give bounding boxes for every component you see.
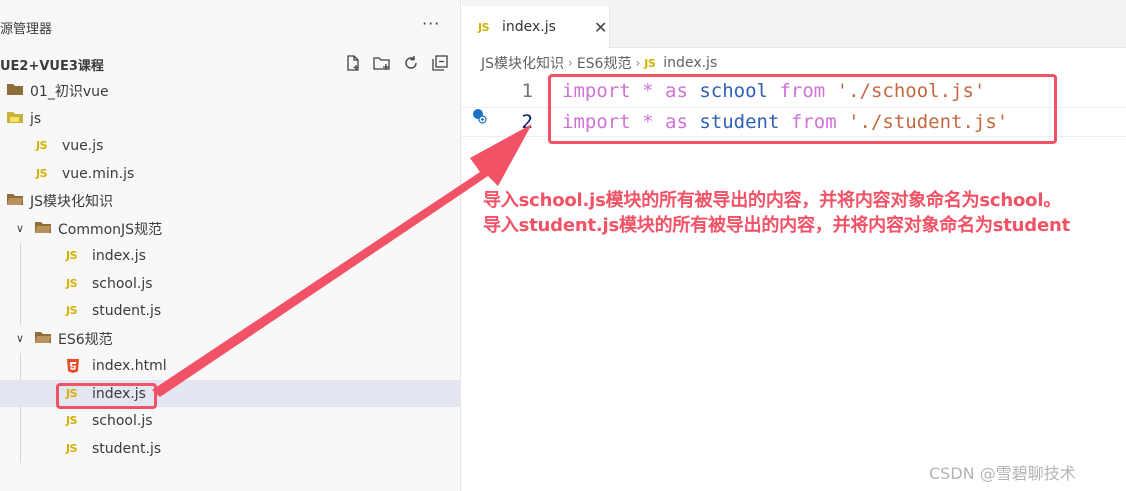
tree-item-label: vue.min.js	[62, 165, 135, 182]
js-file-icon: JS	[478, 20, 490, 34]
tree-item-label: ES6规范	[58, 331, 113, 348]
project-name: UE2+VUE3课程	[0, 59, 104, 74]
open-folder-icon	[6, 192, 24, 210]
tree-item-label: 01_初识vue	[30, 83, 109, 100]
chevron-down-icon[interactable]: ∨	[13, 332, 27, 345]
annotation-line-1: 导入school.js模块的所有被导出的内容，并将内容对象命名为school。	[483, 190, 1062, 211]
html5-icon	[66, 358, 86, 374]
tree-folder-js[interactable]: js	[0, 105, 460, 132]
tree-item-label: vue.js	[62, 137, 104, 154]
tree-item-label: JS模块化知识	[30, 193, 114, 210]
explorer-title: 源管理器	[0, 22, 53, 37]
tree-item-label: school.js	[92, 275, 153, 292]
close-icon[interactable]: ✕	[594, 18, 607, 37]
breadcrumb: JS模块化知识 › ES6规范 › JS index.js	[481, 53, 717, 73]
chevron-down-icon[interactable]: ∨	[13, 222, 27, 235]
annotation-line-2: 导入student.js模块的所有被导出的内容，并将内容对象命名为student	[483, 215, 1071, 236]
tree-file-vue-min-js[interactable]: JS vue.min.js	[0, 160, 460, 187]
open-folder-icon	[34, 220, 52, 238]
js-file-icon: JS	[36, 167, 48, 180]
highlight-box-code	[548, 74, 1057, 144]
breadcrumb-item[interactable]: index.js	[663, 55, 717, 71]
tab-index-js[interactable]: JS index.js ✕	[462, 6, 610, 48]
tree-file-commonjs-index[interactable]: JS index.js	[0, 242, 460, 269]
line-number: 1	[521, 80, 533, 102]
tree-folder-commonjs[interactable]: ∨ CommonJS规范	[0, 215, 460, 242]
explorer-header: 源管理器 ···	[0, 14, 460, 42]
project-section-header[interactable]: UE2+VUE3课程	[0, 50, 460, 76]
js-file-icon: JS	[66, 304, 78, 317]
tab-label: index.js	[502, 19, 556, 35]
folder-icon	[6, 82, 24, 100]
chevron-right-icon: ›	[635, 56, 641, 70]
highlight-box-file	[56, 383, 157, 409]
open-folder-icon	[34, 330, 52, 348]
js-file-icon: JS	[66, 277, 78, 290]
explorer-sidebar: 源管理器 ··· UE2+VUE3课程 01_初识vue js JS vue.j…	[0, 0, 461, 491]
more-actions-icon[interactable]: ···	[422, 14, 440, 33]
tree-item-label: student.js	[92, 440, 162, 457]
chevron-right-icon: ›	[568, 56, 573, 70]
tree-folder-01[interactable]: 01_初识vue	[0, 77, 460, 104]
new-folder-icon[interactable]	[371, 52, 393, 74]
tree-item-label: student.js	[92, 302, 162, 319]
tree-file-commonjs-school[interactable]: JS school.js	[0, 270, 460, 297]
tree-file-es6-index-html[interactable]: index.html	[0, 352, 460, 379]
refresh-icon[interactable]	[400, 52, 422, 74]
tree-item-label: index.html	[92, 357, 167, 374]
tree-item-label: js	[30, 110, 42, 127]
new-file-icon[interactable]	[342, 52, 364, 74]
js-file-icon: JS	[66, 414, 78, 427]
tree-folder-js-modules[interactable]: JS模块化知识	[0, 187, 460, 214]
tab-bar	[610, 6, 1126, 48]
explorer-actions	[342, 52, 451, 74]
tree-folder-es6[interactable]: ∨ ES6规范	[0, 325, 460, 352]
js-file-icon: JS	[644, 56, 656, 70]
js-file-icon: JS	[66, 249, 78, 262]
line-number: 2	[521, 111, 533, 133]
tree-file-vue-js[interactable]: JS vue.js	[0, 132, 460, 159]
js-file-icon: JS	[66, 442, 78, 455]
tree-item-label: CommonJS规范	[58, 221, 163, 238]
tree-file-es6-school[interactable]: JS school.js	[0, 407, 460, 434]
tree-item-label: school.js	[92, 412, 153, 429]
collapse-all-icon[interactable]	[429, 52, 451, 74]
breadcrumb-item[interactable]: ES6规范	[577, 53, 632, 73]
tree-file-es6-student[interactable]: JS student.js	[0, 435, 460, 462]
watermark: CSDN @雪碧聊技术	[929, 464, 1076, 483]
js-folder-icon	[6, 110, 24, 128]
lightbulb-icon[interactable]	[471, 108, 487, 124]
js-file-icon: JS	[36, 139, 48, 152]
tree-item-label: index.js	[92, 247, 146, 264]
breadcrumb-item[interactable]: JS模块化知识	[481, 53, 564, 73]
tree-file-commonjs-student[interactable]: JS student.js	[0, 297, 460, 324]
